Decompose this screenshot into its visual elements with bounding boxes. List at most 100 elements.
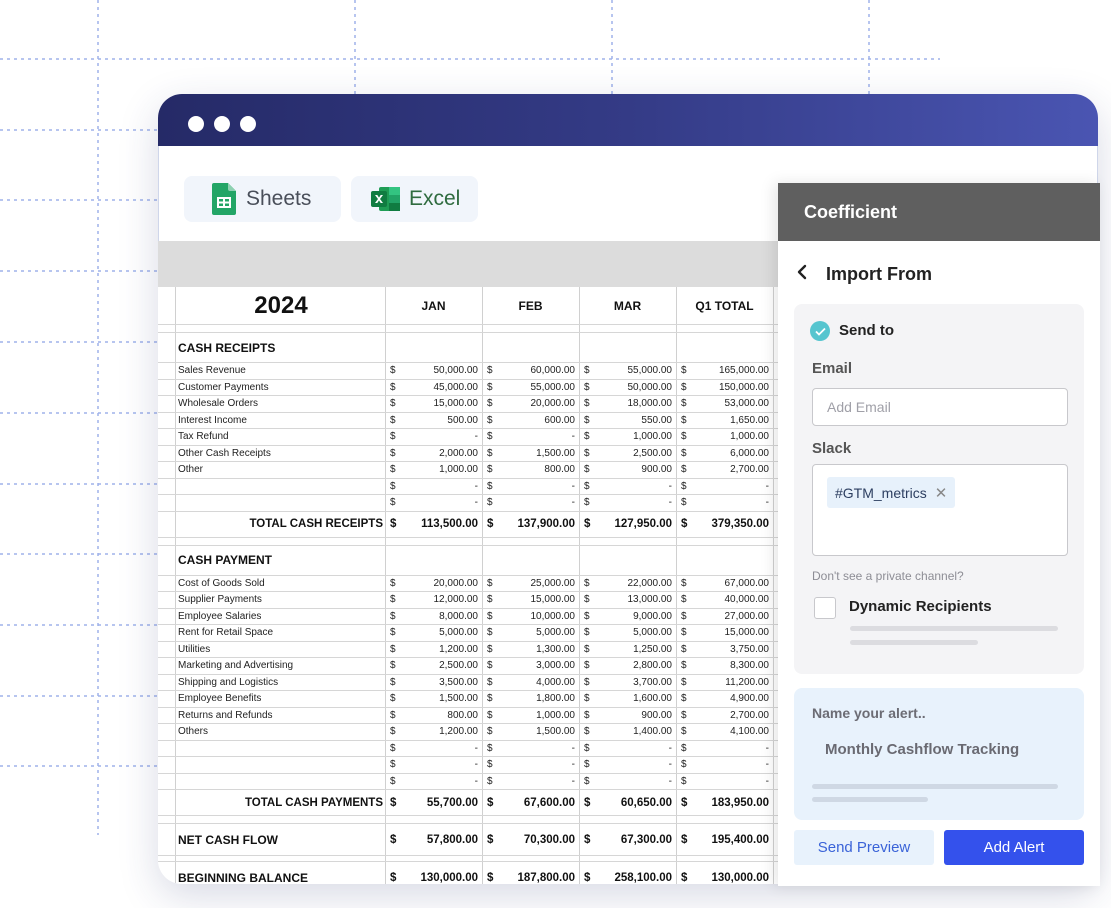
spreadsheet[interactable]: 2024 JAN FEB MAR Q1 TOTAL CASH RECEIPTS Sales … (158, 287, 778, 884)
value-cell[interactable]: 500.00 (388, 413, 478, 429)
value-cell[interactable]: 2,000.00 (388, 446, 478, 462)
value-cell[interactable]: 57,800.00 (388, 824, 478, 855)
value-cell[interactable]: 40,000.00 (679, 592, 770, 608)
value-cell[interactable]: 67,600.00 (485, 790, 575, 815)
total-row[interactable]: TOTAL CASH RECEIPTS $113,500.00 $137,900.0… (158, 512, 778, 538)
value-cell[interactable]: 1,000.00 (582, 429, 672, 445)
send-preview-button[interactable]: Send Preview (794, 830, 934, 865)
table-row[interactable]: Tax Refund $ - $ - $1,000.00 $1,000.00 (158, 429, 778, 446)
value-cell[interactable]: 1,400.00 (582, 724, 672, 740)
value-cell[interactable]: 4,000.00 (485, 675, 575, 691)
table-row[interactable]: $ - $ - $ - $ - (158, 495, 778, 512)
value-cell[interactable]: 1,500.00 (485, 446, 575, 462)
value-cell[interactable]: 13,000.00 (582, 592, 673, 608)
value-cell[interactable]: 130,000.00 (679, 862, 769, 884)
value-cell[interactable]: 900.00 (582, 708, 672, 724)
table-row[interactable]: Interest Income $500.00 $600.00 $550.00 $1,6… (158, 413, 778, 429)
slack-channel-input[interactable]: #GTM_metrics ✕ (812, 464, 1068, 556)
value-cell[interactable]: 1,800.00 (485, 691, 575, 707)
value-cell[interactable]: 18,000.00 (582, 396, 673, 412)
value-cell[interactable]: 800.00 (388, 708, 478, 724)
value-cell[interactable]: - (582, 495, 672, 511)
table-row[interactable]: Other Cash Receipts $2,000.00 $1,500.00 $2,… (158, 446, 778, 462)
value-cell[interactable]: 15,000.00 (388, 396, 479, 412)
value-cell[interactable]: 8,000.00 (388, 609, 478, 625)
value-cell[interactable]: 45,000.00 (388, 380, 479, 396)
value-cell[interactable]: 55,000.00 (485, 380, 576, 396)
value-cell[interactable]: 1,000.00 (485, 708, 575, 724)
value-cell[interactable]: 2,800.00 (582, 658, 672, 674)
value-cell[interactable]: 600.00 (485, 413, 575, 429)
value-cell[interactable]: 1,200.00 (388, 642, 478, 658)
value-cell[interactable]: 4,900.00 (679, 691, 769, 707)
value-cell[interactable]: 2,500.00 (582, 446, 672, 462)
value-cell[interactable]: 6,000.00 (679, 446, 769, 462)
value-cell[interactable]: 20,000.00 (485, 396, 576, 412)
value-cell[interactable]: 5,000.00 (388, 625, 478, 641)
value-cell[interactable]: - (388, 741, 478, 757)
table-row[interactable]: $ - $ - $ - $ - (158, 774, 778, 790)
total-row[interactable]: TOTAL CASH PAYMENTS $55,700.00 $67,600.00 $… (158, 790, 778, 816)
value-cell[interactable]: 53,000.00 (679, 396, 770, 412)
value-cell[interactable]: - (485, 479, 575, 495)
value-cell[interactable]: 900.00 (582, 462, 672, 478)
email-input[interactable] (812, 388, 1068, 426)
value-cell[interactable]: 258,100.00 (582, 862, 672, 884)
spacer-row[interactable] (158, 816, 778, 824)
value-cell[interactable]: - (388, 757, 478, 773)
value-cell[interactable]: 195,400.00 (679, 824, 769, 855)
value-cell[interactable]: - (388, 495, 478, 511)
value-cell[interactable]: 130,000.00 (388, 862, 478, 884)
table-row[interactable]: Returns and Refunds $800.00 $1,000.00 $900.… (158, 708, 778, 724)
table-row[interactable]: Marketing and Advertising $2,500.00 $3,000… (158, 658, 778, 675)
add-alert-button[interactable]: Add Alert (944, 830, 1084, 865)
table-row[interactable]: $ - $ - $ - $ - (158, 479, 778, 495)
value-cell[interactable]: 550.00 (582, 413, 672, 429)
window-maximize-dot[interactable] (240, 116, 256, 132)
value-cell[interactable]: 11,200.00 (679, 675, 769, 691)
value-cell[interactable]: 55,700.00 (388, 790, 478, 815)
value-cell[interactable]: 1,600.00 (582, 691, 672, 707)
import-from-nav[interactable]: Import From (796, 263, 932, 286)
table-row[interactable]: Others $1,200.00 $1,500.00 $1,400.00 $4,100.… (158, 724, 778, 741)
value-cell[interactable]: 150,000.00 (679, 380, 769, 396)
value-cell[interactable]: - (582, 774, 672, 790)
value-cell[interactable]: 27,000.00 (679, 609, 770, 625)
value-cell[interactable]: - (679, 479, 769, 495)
slack-channel-chip[interactable]: #GTM_metrics ✕ (827, 477, 956, 508)
value-cell[interactable]: - (679, 757, 769, 773)
remove-chip-icon[interactable]: ✕ (935, 484, 948, 502)
window-close-dot[interactable] (188, 116, 204, 132)
value-cell[interactable]: 60,650.00 (582, 790, 672, 815)
spacer-row[interactable] (158, 538, 778, 546)
table-row[interactable]: Shipping and Logistics $3,500.00 $4,000.00… (158, 675, 778, 691)
value-cell[interactable]: - (485, 495, 575, 511)
table-row[interactable]: Utilities $1,200.00 $1,300.00 $1,250.00 $3,7… (158, 642, 778, 658)
table-row[interactable]: Wholesale Orders $15,000.00 $20,000.00 $18,… (158, 396, 778, 413)
value-cell[interactable]: - (485, 757, 575, 773)
value-cell[interactable]: 137,900.00 (485, 512, 575, 537)
value-cell[interactable]: 70,300.00 (485, 824, 575, 855)
value-cell[interactable]: - (388, 429, 478, 445)
value-cell[interactable]: 1,250.00 (582, 642, 672, 658)
table-row[interactable]: Cost of Goods Sold $20,000.00 $25,000.00 $2… (158, 576, 778, 592)
table-row[interactable]: Rent for Retail Space $5,000.00 $5,000.00 $… (158, 625, 778, 642)
dynamic-recipients-checkbox[interactable] (814, 597, 836, 619)
value-cell[interactable]: 165,000.00 (679, 363, 769, 379)
value-cell[interactable]: 15,000.00 (679, 625, 770, 641)
value-cell[interactable]: 5,000.00 (582, 625, 672, 641)
value-cell[interactable]: - (582, 757, 672, 773)
value-cell[interactable]: 15,000.00 (485, 592, 576, 608)
chevron-left-icon[interactable] (796, 263, 812, 286)
value-cell[interactable]: 20,000.00 (388, 576, 479, 592)
sheet-header-row[interactable]: 2024 JAN FEB MAR Q1 TOTAL (158, 287, 778, 325)
private-channel-hint[interactable]: Don't see a private channel? (812, 569, 964, 583)
value-cell[interactable]: 3,750.00 (679, 642, 769, 658)
value-cell[interactable]: - (485, 741, 575, 757)
tab-excel[interactable]: Excel (351, 176, 478, 222)
section-title-row[interactable]: CASH RECEIPTS (158, 333, 778, 363)
value-cell[interactable]: 3,700.00 (582, 675, 672, 691)
value-cell[interactable]: 4,100.00 (679, 724, 769, 740)
value-cell[interactable]: 183,950.00 (679, 790, 769, 815)
value-cell[interactable]: 113,500.00 (388, 512, 478, 537)
